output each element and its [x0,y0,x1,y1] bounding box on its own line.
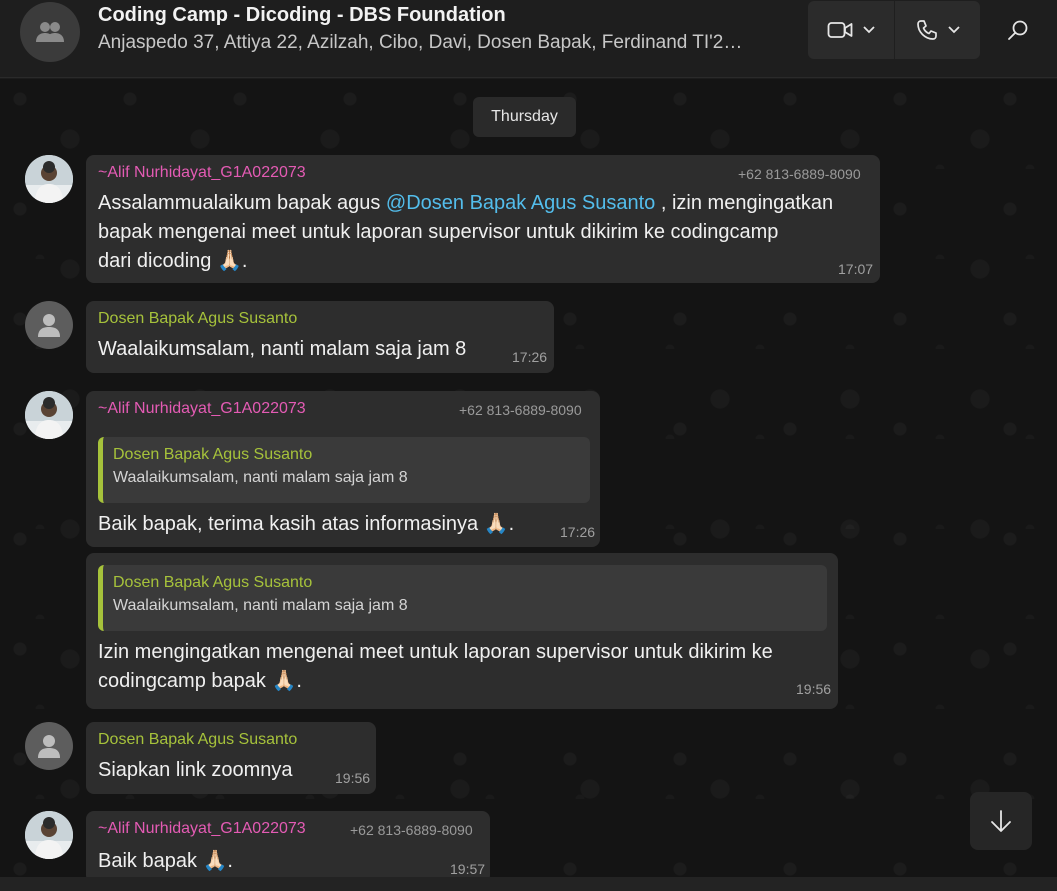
message-bubble[interactable]: ~Alif Nurhidayat_G1A022073 +62 813-6889-… [86,391,600,547]
sender-phone: +62 813-6889-8090 [459,402,582,418]
quoted-message[interactable]: Dosen Bapak Agus Susanto Waalaikumsalam,… [98,437,590,503]
message-text: Izin mengingatkan mengenai meet untuk la… [98,638,828,696]
message-bubble[interactable]: ~Alif Nurhidayat_G1A022073 +62 813-6889-… [86,811,490,877]
avatar[interactable] [25,811,73,859]
message-list[interactable]: Thursday ~Alif Nurhidayat_G1A022073 +62 … [0,79,1057,877]
profile-photo [25,155,73,203]
quoted-text: Waalaikumsalam, nanti malam saja jam 8 [113,597,408,614]
message-time: 19:56 [335,770,371,786]
message-text-part: bapak mengenai meet untuk laporan superv… [98,221,779,243]
message-text: Baik bapak, terima kasih atas informasin… [98,513,515,535]
voice-call-button[interactable] [894,1,980,59]
sender-phone: +62 813-6889-8090 [350,822,473,838]
message-time: 17:26 [512,349,548,365]
message-text: Assalammualaikum bapak agus @Dosen Bapak… [98,189,878,276]
message-bubble[interactable]: Dosen Bapak Agus Susanto Waalaikumsalam,… [86,301,554,373]
message-time: 17:26 [560,524,596,540]
sender-name[interactable]: ~Alif Nurhidayat_G1A022073 [98,400,306,418]
chevron-down-icon [947,26,960,34]
message-text: Siapkan link zoomnya [98,759,293,781]
scroll-to-bottom-button[interactable] [970,792,1032,850]
message-bubble[interactable]: ~Alif Nurhidayat_G1A022073 +62 813-6889-… [86,155,880,283]
sender-name[interactable]: ~Alif Nurhidayat_G1A022073 [98,164,306,182]
search-icon [1008,20,1028,40]
arrow-down-icon [991,810,1011,832]
call-controls [808,1,980,59]
quoted-sender: Dosen Bapak Agus Susanto [113,574,313,591]
default-user-icon [38,314,60,337]
group-avatar[interactable] [20,2,80,62]
search-button[interactable] [998,12,1038,48]
message-bubble[interactable]: Dosen Bapak Agus Susanto Siapkan link zo… [86,722,376,794]
mention-link[interactable]: @Dosen Bapak Agus Susanto [386,192,655,214]
message-bubble[interactable]: Dosen Bapak Agus Susanto Waalaikumsalam,… [86,553,838,709]
default-user-icon [38,735,60,758]
message-text-part: codingcamp bapak 🙏🏻. [98,670,302,692]
phone-icon [916,20,937,40]
video-call-button[interactable] [808,1,894,59]
message-text-part: , izin mengingatkan [655,192,834,214]
sender-phone: +62 813-6889-8090 [738,166,861,182]
group-members[interactable]: Anjaspedo 37, Attiya 22, Azilzah, Cibo, … [98,32,788,54]
message-time: 19:57 [450,861,486,877]
group-icon [36,22,64,42]
whatsapp-window: Coding Camp - Dicoding - DBS Foundation … [0,0,1057,891]
sender-name[interactable]: Dosen Bapak Agus Susanto [98,731,297,749]
video-camera-icon [827,22,853,38]
message-text-part: Izin mengingatkan mengenai meet untuk la… [98,641,773,663]
chat-header: Coding Camp - Dicoding - DBS Foundation … [0,0,1057,78]
avatar[interactable] [25,155,73,203]
message-text: Waalaikumsalam, nanti malam saja jam 8 [98,338,467,360]
avatar[interactable] [25,722,73,770]
quoted-text: Waalaikumsalam, nanti malam saja jam 8 [113,469,408,486]
message-time: 17:07 [838,261,874,277]
message-time: 19:56 [796,681,832,697]
profile-photo [25,811,73,859]
composer-edge [0,877,1057,891]
avatar[interactable] [25,391,73,439]
sender-name[interactable]: Dosen Bapak Agus Susanto [98,310,297,328]
quoted-sender: Dosen Bapak Agus Susanto [113,446,313,463]
message-text: Baik bapak 🙏🏻. [98,850,233,872]
profile-photo [25,391,73,439]
message-text-part: Assalammualaikum bapak agus [98,192,386,214]
quoted-message[interactable]: Dosen Bapak Agus Susanto Waalaikumsalam,… [98,565,827,631]
message-text-part: dari dicoding 🙏🏻. [98,250,248,272]
sender-name[interactable]: ~Alif Nurhidayat_G1A022073 [98,820,306,838]
day-separator: Thursday [473,97,576,137]
chevron-down-icon [863,26,875,34]
avatar[interactable] [25,301,73,349]
chat-title[interactable]: Coding Camp - Dicoding - DBS Foundation [98,4,506,27]
